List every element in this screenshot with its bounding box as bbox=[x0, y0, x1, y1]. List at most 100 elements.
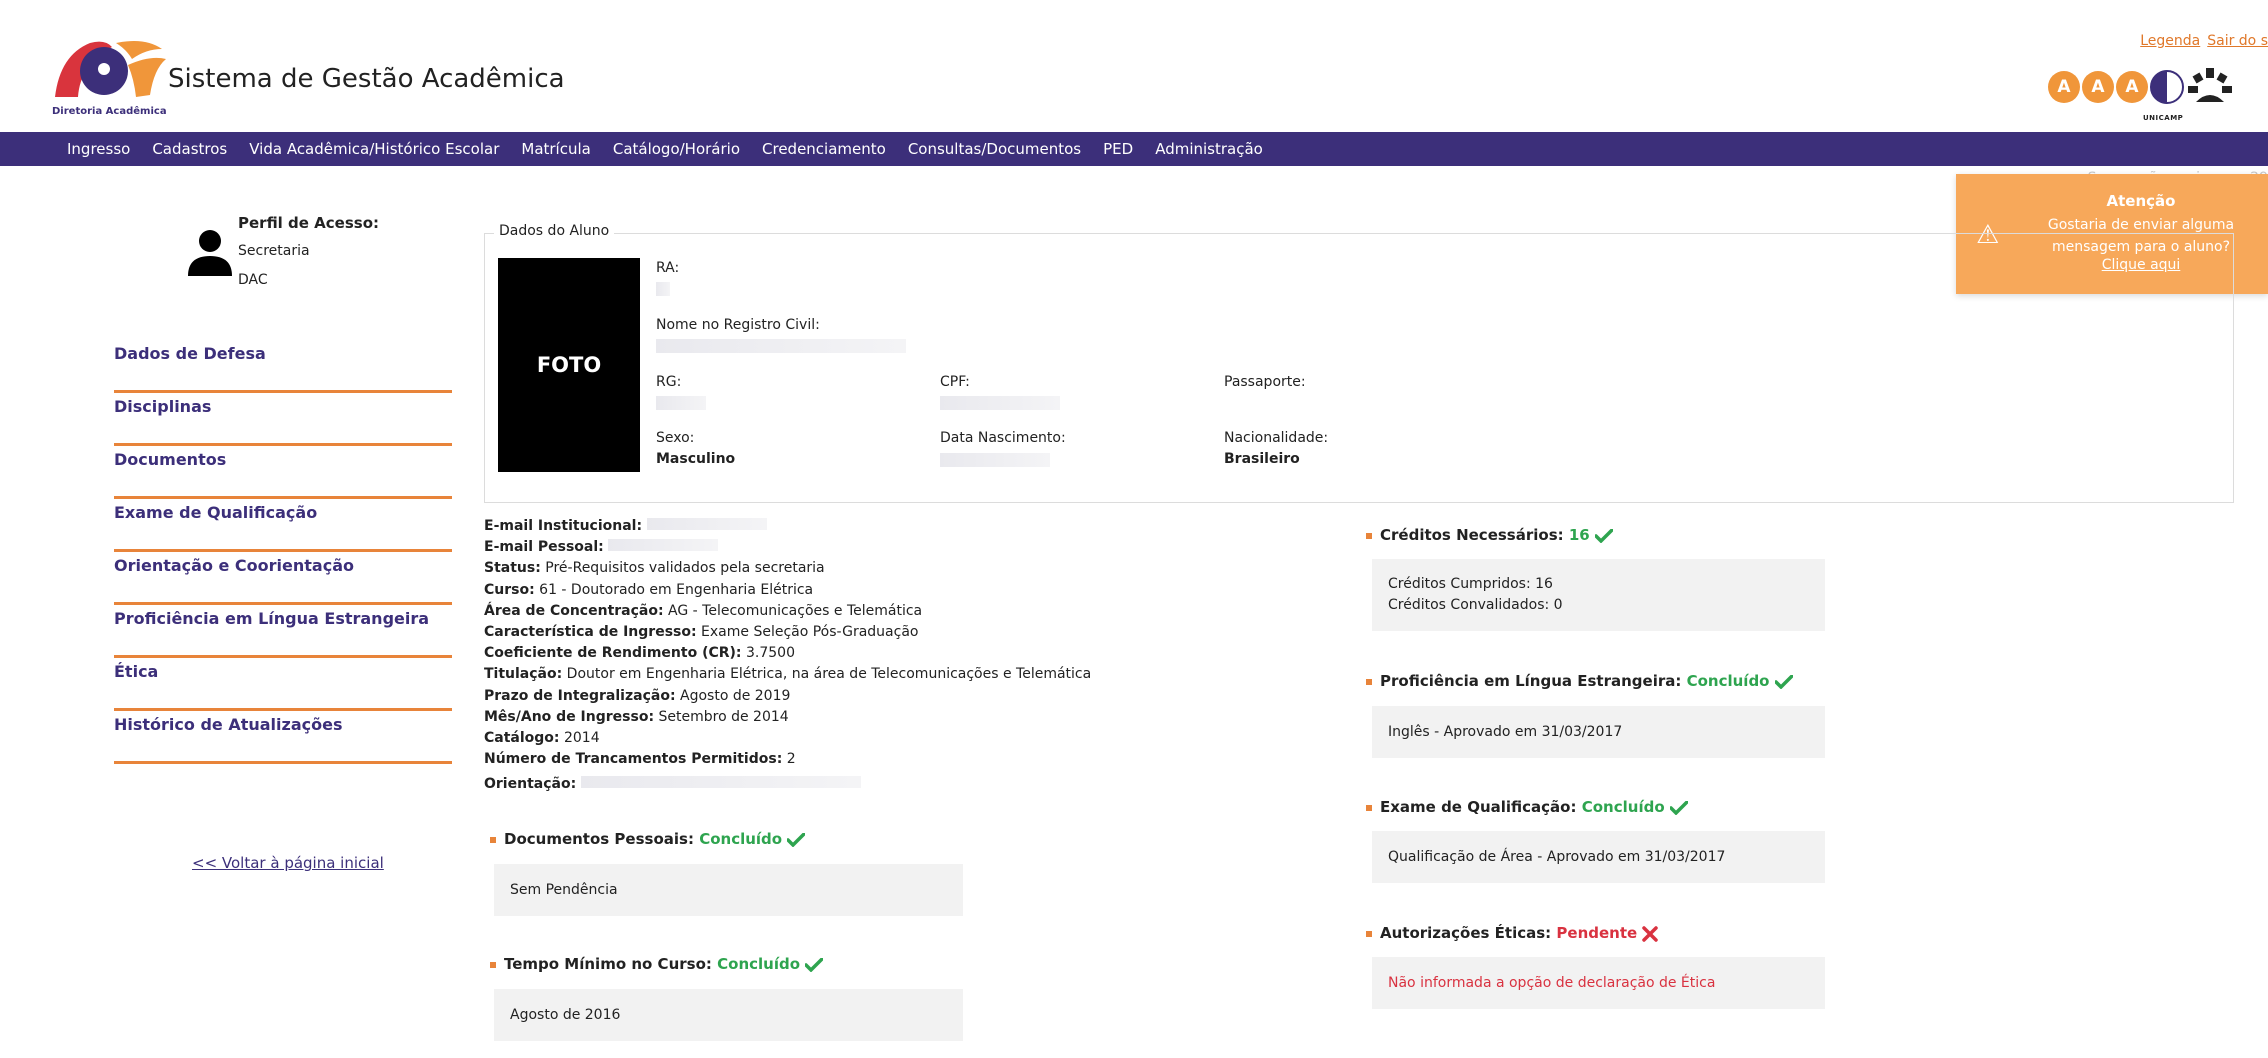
check-icon bbox=[805, 957, 824, 972]
status-value: Pré-Requisitos validados pela secretaria bbox=[545, 560, 825, 577]
info-area: Área de Concentração: AG - Telecomunicaç… bbox=[484, 601, 1091, 622]
nav-item-vida-academica[interactable]: Vida Acadêmica/Histórico Escolar bbox=[249, 140, 499, 158]
bullet-icon bbox=[490, 961, 496, 968]
app-title: Sistema de Gestão Acadêmica bbox=[168, 64, 565, 94]
main-nav: Ingresso Cadastros Vida Acadêmica/Histór… bbox=[0, 132, 2268, 166]
cpf-label: CPF: bbox=[940, 374, 970, 390]
student-fieldset bbox=[484, 233, 2234, 503]
info-orientacao: Orientação: bbox=[484, 774, 1091, 795]
titulacao-label: Titulação: bbox=[484, 666, 563, 683]
email-inst-label: E-mail Institucional: bbox=[484, 518, 643, 534]
exame-title: Exame de Qualificação: Concluído bbox=[1366, 798, 1688, 816]
nationality-label: Nacionalidade: bbox=[1224, 430, 1329, 446]
sidebar-item-dados-defesa[interactable]: Dados de Defesa bbox=[114, 340, 452, 393]
logo-subtitle: Diretoria Acadêmica bbox=[52, 106, 167, 117]
bullet-icon bbox=[490, 836, 496, 843]
exame-panel: Qualificação de Área - Aprovado em 31/03… bbox=[1372, 831, 1825, 883]
logout-link[interactable]: Sair do s bbox=[2207, 33, 2268, 49]
prazo-value: Agosto de 2019 bbox=[680, 687, 791, 704]
tempo-title: Tempo Mínimo no Curso: Concluído bbox=[490, 955, 824, 973]
caract-label: Característica de Ingresso: bbox=[484, 624, 697, 641]
tempo-text: Agosto de 2016 bbox=[510, 1007, 621, 1023]
eticas-title: Autorizações Éticas: Pendente bbox=[1366, 924, 1659, 942]
curso-value: 61 - Doutorado em Engenharia Elétrica bbox=[539, 581, 814, 598]
documentos-status: Concluído bbox=[699, 830, 783, 848]
name-label: Nome no Registro Civil: bbox=[656, 317, 820, 333]
info-curso: Curso: 61 - Doutorado em Engenharia Elét… bbox=[484, 580, 1091, 601]
rg-label: RG: bbox=[656, 374, 682, 390]
documentos-label: Documentos Pessoais: bbox=[504, 830, 694, 848]
ra-label: RA: bbox=[656, 260, 680, 276]
sidebar-item-disciplinas[interactable]: Disciplinas bbox=[114, 393, 452, 446]
info-caracteristica: Característica de Ingresso: Exame Seleçã… bbox=[484, 622, 1091, 643]
toast-title: Atenção bbox=[2106, 192, 2176, 210]
orientacao-redacted bbox=[580, 776, 861, 789]
unicamp-label: UNICAMP bbox=[2143, 114, 2184, 122]
bullet-icon bbox=[1366, 532, 1372, 539]
sidebar-item-orientacao[interactable]: Orientação e Coorientação bbox=[114, 552, 452, 605]
info-email-pers: E-mail Pessoal: bbox=[484, 537, 1091, 558]
status-label: Status: bbox=[484, 560, 541, 577]
nationality-value: Brasileiro bbox=[1224, 451, 1300, 467]
email-pers-label: E-mail Pessoal: bbox=[484, 539, 604, 556]
profile-role: Secretaria bbox=[238, 243, 310, 259]
exame-text: Qualificação de Área - Aprovado em 31/03… bbox=[1388, 849, 1726, 865]
brand-letter: A bbox=[2116, 71, 2148, 103]
acessibilidade-logo: A A A bbox=[2048, 66, 2268, 108]
nav-item-matricula[interactable]: Matrícula bbox=[521, 140, 590, 158]
birth-label: Data Nascimento: bbox=[940, 430, 1066, 446]
info-email-inst: E-mail Institucional: bbox=[484, 516, 1091, 537]
eticas-status: Pendente bbox=[1556, 924, 1638, 942]
brand-logos: A A A UNICAMP bbox=[2048, 66, 2268, 126]
birth-redacted bbox=[940, 453, 1050, 467]
eticas-label: Autorizações Éticas: bbox=[1380, 924, 1552, 942]
documentos-panel: Sem Pendência bbox=[494, 864, 963, 916]
nav-item-ingresso[interactable]: Ingresso bbox=[67, 140, 130, 158]
user-icon bbox=[188, 230, 232, 276]
ingresso-value: Setembro de 2014 bbox=[658, 708, 789, 725]
student-legend: Dados do Aluno bbox=[494, 223, 615, 239]
catalogo-label: Catálogo: bbox=[484, 730, 560, 747]
proficiencia-text: Inglês - Aprovado em 31/03/2017 bbox=[1388, 724, 1623, 740]
back-home-link[interactable]: << Voltar à página inicial bbox=[192, 854, 384, 872]
sidebar-item-historico[interactable]: Histórico de Atualizações bbox=[114, 711, 452, 764]
sidebar-item-documentos[interactable]: Documentos bbox=[114, 446, 452, 499]
nav-item-administracao[interactable]: Administração bbox=[1155, 140, 1263, 158]
area-label: Área de Concentração: bbox=[484, 602, 664, 619]
documentos-title: Documentos Pessoais: Concluído bbox=[490, 830, 806, 848]
student-info: E-mail Institucional: E-mail Pessoal: St… bbox=[484, 516, 1091, 796]
creditos-panel: Créditos Cumpridos: 16 Créditos Convalid… bbox=[1372, 559, 1825, 631]
check-icon bbox=[1669, 800, 1688, 815]
sidebar-item-exame-qualificacao[interactable]: Exame de Qualificação bbox=[114, 499, 452, 552]
orientacao-label: Orientação: bbox=[484, 776, 577, 793]
trancamentos-label: Número de Trancamentos Permitidos: bbox=[484, 751, 783, 768]
name-redacted bbox=[656, 339, 906, 353]
sex-value: Masculino bbox=[656, 451, 736, 467]
area-value: AG - Telecomunicações e Telemática bbox=[668, 602, 923, 619]
check-icon bbox=[787, 832, 806, 847]
nav-item-catalogo[interactable]: Catálogo/Horário bbox=[613, 140, 740, 158]
creditos-label: Créditos Necessários: bbox=[1380, 526, 1564, 544]
nav-item-consultas[interactable]: Consultas/Documentos bbox=[908, 140, 1081, 158]
passport-label: Passaporte: bbox=[1224, 374, 1306, 390]
trancamentos-value: 2 bbox=[786, 751, 796, 768]
legend-link[interactable]: Legenda bbox=[2140, 33, 2200, 49]
check-icon bbox=[1774, 674, 1793, 689]
creditos-title: Créditos Necessários: 16 bbox=[1366, 526, 1613, 544]
proficiencia-title: Proficiência em Língua Estrangeira: Conc… bbox=[1366, 672, 1793, 690]
prazo-label: Prazo de Integralização: bbox=[484, 687, 676, 704]
sidebar-item-etica[interactable]: Ética bbox=[114, 658, 452, 711]
info-trancamentos: Número de Trancamentos Permitidos: 2 bbox=[484, 749, 1091, 770]
tempo-label: Tempo Mínimo no Curso: bbox=[504, 955, 712, 973]
creditos-cumpridos: Créditos Cumpridos: 16 bbox=[1388, 576, 1553, 592]
sex-label: Sexo: bbox=[656, 430, 695, 446]
sidebar-item-proficiencia[interactable]: Proficiência em Língua Estrangeira bbox=[114, 605, 452, 658]
cpf-redacted bbox=[940, 396, 1060, 410]
cr-value: 3.7500 bbox=[745, 645, 795, 662]
nav-item-credenciamento[interactable]: Credenciamento bbox=[762, 140, 886, 158]
nav-item-cadastros[interactable]: Cadastros bbox=[152, 140, 227, 158]
caract-value: Exame Seleção Pós-Graduação bbox=[701, 624, 919, 641]
nav-item-ped[interactable]: PED bbox=[1103, 140, 1133, 158]
brand-letter: A bbox=[2082, 71, 2114, 103]
tempo-panel: Agosto de 2016 bbox=[494, 989, 963, 1041]
